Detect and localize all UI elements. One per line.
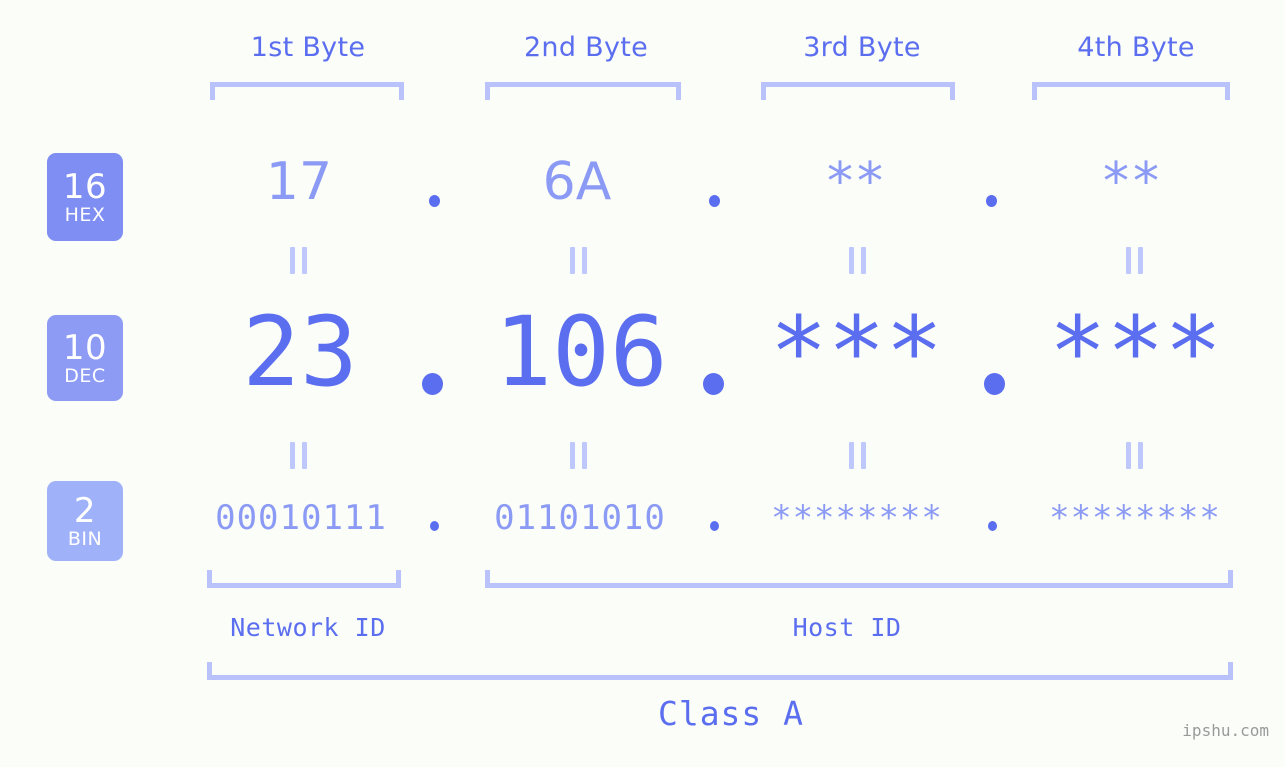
equals-mark-dec-bin-2	[570, 442, 587, 469]
network-id-label: Network ID	[230, 613, 386, 642]
equals-mark-dec-bin-3	[849, 442, 866, 469]
base-badge-bin-number: 2	[73, 490, 97, 531]
class-bracket	[207, 662, 1233, 680]
bin-dot-1	[430, 521, 439, 531]
dec-byte-4: ***	[1048, 296, 1223, 408]
byte-bracket-1	[210, 82, 404, 100]
byte-bracket-2	[485, 82, 681, 100]
hex-byte-3: **	[827, 152, 887, 212]
bin-dot-2	[710, 521, 719, 531]
base-badge-hex-label: HEX	[64, 203, 106, 226]
byte-label-1: 1st Byte	[250, 32, 366, 63]
hex-byte-4: **	[1103, 152, 1163, 212]
base-badge-dec-number: 10	[62, 327, 108, 368]
base-badge-hex-number: 16	[62, 166, 108, 207]
equals-mark-dec-bin-4	[1126, 442, 1143, 469]
hex-byte-1: 17	[265, 152, 333, 212]
base-badge-hex: 16 HEX	[47, 153, 123, 241]
bin-byte-3: ********	[771, 498, 943, 538]
base-badge-dec: 10 DEC	[47, 315, 123, 401]
bin-dot-3	[988, 521, 997, 531]
byte-label-3: 3rd Byte	[803, 32, 921, 63]
bin-byte-1: 00010111	[215, 498, 387, 538]
byte-bracket-3	[761, 82, 955, 100]
host-id-bracket	[485, 570, 1233, 588]
dec-dot-3	[984, 373, 1005, 395]
bin-byte-4: ********	[1049, 498, 1221, 538]
base-badge-dec-label: DEC	[64, 364, 106, 387]
hex-dot-3	[986, 195, 997, 207]
equals-mark-dec-bin-1	[290, 442, 307, 469]
hex-dot-2	[709, 195, 720, 207]
dec-byte-2: 106	[494, 296, 668, 408]
hex-dot-1	[429, 195, 440, 207]
bin-byte-2: 01101010	[494, 498, 666, 538]
class-label: Class A	[657, 694, 805, 733]
dec-dot-2	[703, 373, 724, 395]
watermark: ipshu.com	[1182, 721, 1269, 740]
host-id-label: Host ID	[792, 613, 902, 642]
dec-byte-3: ***	[769, 296, 944, 408]
network-id-bracket	[207, 570, 401, 588]
ip-address-breakdown-diagram: 1st Byte 2nd Byte 3rd Byte 4th Byte 16 H…	[0, 0, 1285, 767]
byte-label-4: 4th Byte	[1077, 32, 1195, 63]
hex-byte-2: 6A	[542, 152, 612, 212]
base-badge-bin-label: BIN	[67, 527, 103, 550]
dec-dot-1	[422, 373, 443, 395]
equals-mark-hex-dec-1	[290, 247, 307, 274]
base-badge-bin: 2 BIN	[47, 481, 123, 561]
byte-label-2: 2nd Byte	[523, 32, 649, 63]
equals-mark-hex-dec-3	[849, 247, 866, 274]
byte-bracket-4	[1032, 82, 1230, 100]
dec-byte-1: 23	[242, 296, 358, 408]
equals-mark-hex-dec-2	[570, 247, 587, 274]
equals-mark-hex-dec-4	[1126, 247, 1143, 274]
